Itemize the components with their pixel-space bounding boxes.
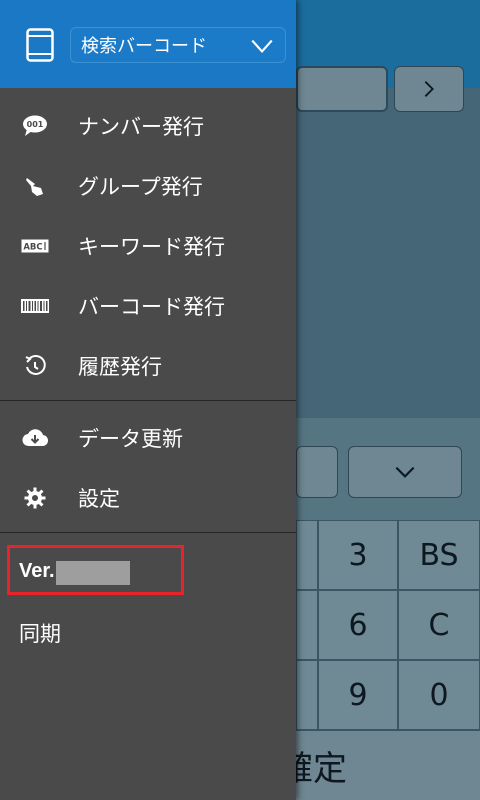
barcode-icon — [20, 291, 50, 321]
chevron-down-icon — [395, 466, 415, 478]
menu-item-barcode-issue[interactable]: バーコード発行 — [0, 276, 296, 336]
key-partial[interactable] — [296, 660, 318, 730]
menu-item-label: バーコード発行 — [78, 295, 225, 319]
svg-text:001: 001 — [27, 120, 44, 129]
menu-item-label: 設定 — [78, 487, 120, 511]
menu-item-data-update[interactable]: データ更新 — [0, 408, 296, 468]
key-3[interactable]: 3 — [318, 520, 398, 590]
menu-item-settings[interactable]: 設定 — [0, 468, 296, 528]
version-label: Ver. — [19, 560, 55, 582]
key-clear[interactable]: C — [398, 590, 480, 660]
menu-item-label: キーワード発行 — [78, 235, 225, 259]
sync-item[interactable]: 同期 — [19, 618, 61, 648]
menu-divider — [0, 400, 296, 401]
hand-pointer-icon — [20, 171, 50, 201]
menu-item-label: 履歴発行 — [78, 355, 162, 379]
search-mode-select[interactable]: 検索バーコード — [70, 27, 286, 63]
abc-keyword-icon: ABC — [20, 231, 50, 261]
confirm-label: 確定 — [296, 749, 347, 789]
key-partial[interactable] — [296, 520, 318, 590]
confirm-button[interactable]: 確定 — [296, 730, 480, 800]
key-9[interactable]: 9 — [318, 660, 398, 730]
navigation-drawer: 検索バーコード 001 ナンバー発行 グループ発行 ABC キーワード発行 バー… — [0, 0, 296, 800]
cloud-download-icon — [20, 423, 50, 453]
left-dropdown[interactable] — [296, 446, 338, 498]
menu-item-label: ナンバー発行 — [78, 115, 204, 139]
menu-item-number-issue[interactable]: 001 ナンバー発行 — [0, 96, 296, 156]
drawer-header: 検索バーコード — [0, 0, 296, 88]
chevron-right-icon — [424, 81, 434, 97]
key-0[interactable]: 0 — [398, 660, 480, 730]
history-icon — [20, 351, 50, 381]
svg-text:ABC: ABC — [23, 243, 42, 253]
key-backspace[interactable]: BS — [398, 520, 480, 590]
menu-item-history-issue[interactable]: 履歴発行 — [0, 336, 296, 396]
chevron-down-icon — [251, 39, 273, 54]
key-partial[interactable] — [296, 590, 318, 660]
keypad: 3 BS 6 C 9 0 — [296, 520, 480, 730]
barcode-input[interactable] — [296, 66, 388, 112]
menu-divider — [0, 532, 296, 533]
version-redacted-value — [56, 561, 130, 585]
gear-icon — [20, 483, 50, 513]
search-mode-value: 検索バーコード — [81, 36, 207, 57]
tablet-icon — [26, 28, 54, 62]
menu-item-group-issue[interactable]: グループ発行 — [0, 156, 296, 216]
key-6[interactable]: 6 — [318, 590, 398, 660]
menu-item-keyword-issue[interactable]: ABC キーワード発行 — [0, 216, 296, 276]
right-dropdown[interactable] — [348, 446, 462, 498]
menu-item-label: グループ発行 — [78, 175, 203, 199]
go-button[interactable] — [394, 66, 464, 112]
number-bubble-icon: 001 — [20, 111, 50, 141]
menu-item-label: データ更新 — [78, 427, 183, 451]
